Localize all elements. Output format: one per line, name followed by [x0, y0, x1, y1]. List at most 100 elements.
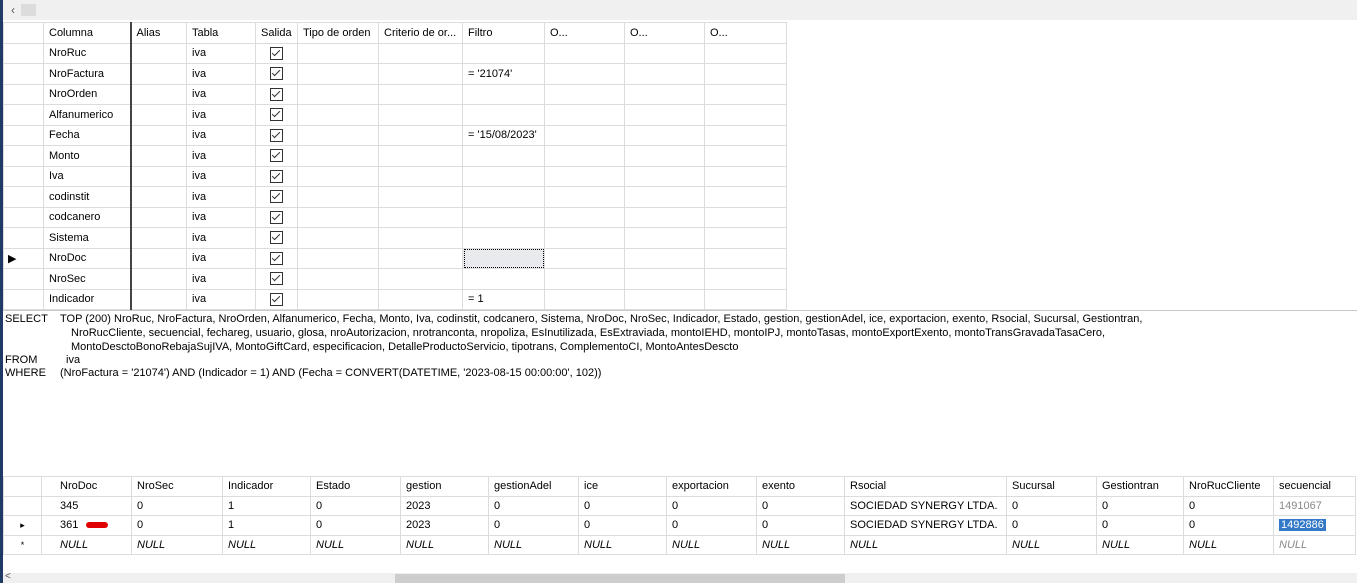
criterio-orden-cell[interactable] — [378, 247, 463, 269]
output-checkbox[interactable] — [270, 272, 283, 286]
row-selector[interactable] — [3, 186, 44, 208]
columna-cell[interactable]: codinstit — [43, 186, 132, 208]
criteria-row[interactable]: codcanero iva — [3, 206, 787, 228]
results-col-header[interactable]: Gestiontran — [1096, 476, 1184, 497]
columna-cell[interactable]: Iva — [43, 165, 132, 187]
o-cell-3[interactable] — [704, 83, 787, 105]
o-cell-1[interactable] — [544, 165, 625, 187]
output-checkbox[interactable] — [270, 87, 283, 101]
row-selector[interactable] — [3, 63, 44, 85]
o-cell-1[interactable] — [544, 124, 625, 146]
sql-pane[interactable]: SELECT TOP (200) NroRuc, NroFactura, Nro… — [3, 310, 1357, 477]
col-header-tipo-orden[interactable]: Tipo de orden — [297, 22, 379, 44]
results-col-header[interactable]: Sucursal — [1006, 476, 1097, 497]
criterio-orden-cell[interactable] — [378, 104, 463, 126]
o-cell-1[interactable] — [544, 145, 625, 167]
row-selector[interactable] — [3, 206, 44, 228]
columna-cell[interactable]: Sistema — [43, 227, 132, 249]
tipo-orden-cell[interactable] — [297, 288, 379, 310]
o-cell-1[interactable] — [544, 104, 625, 126]
alias-cell[interactable] — [130, 227, 187, 249]
o-cell-2[interactable] — [624, 227, 705, 249]
tipo-orden-cell[interactable] — [297, 145, 379, 167]
tabla-cell[interactable]: iva — [186, 206, 256, 228]
alias-cell[interactable] — [130, 288, 187, 310]
results-cell[interactable]: NULL — [1183, 534, 1274, 555]
col-header-criterio-orden[interactable]: Criterio de or... — [378, 22, 463, 44]
o-cell-2[interactable] — [624, 63, 705, 85]
salida-checkbox-cell[interactable] — [255, 247, 298, 269]
o-cell-3[interactable] — [704, 145, 787, 167]
tipo-orden-cell[interactable] — [297, 247, 379, 269]
criterio-orden-cell[interactable] — [378, 288, 463, 310]
o-cell-1[interactable] — [544, 63, 625, 85]
salida-checkbox-cell[interactable] — [255, 206, 298, 228]
alias-cell[interactable] — [130, 206, 187, 228]
criterio-orden-cell[interactable] — [378, 227, 463, 249]
filtro-cell[interactable]: = '15/08/2023' — [462, 124, 545, 146]
row-selector[interactable]: ▶ — [3, 247, 44, 269]
filtro-cell[interactable] — [462, 227, 545, 249]
results-cell[interactable]: 0 — [666, 515, 757, 536]
criteria-row[interactable]: Fecha iva = '15/08/2023' — [3, 124, 787, 146]
results-cell[interactable]: 0 — [1006, 515, 1097, 536]
o-cell-1[interactable] — [544, 42, 625, 64]
col-header-filtro[interactable]: Filtro — [462, 22, 545, 44]
results-col-header[interactable]: gestionAdel — [488, 476, 579, 497]
results-cell[interactable]: 0 — [1006, 495, 1097, 516]
salida-checkbox-cell[interactable] — [255, 288, 298, 310]
results-col-header[interactable]: secuencial — [1273, 476, 1356, 497]
criterio-orden-cell[interactable] — [378, 124, 463, 146]
salida-checkbox-cell[interactable] — [255, 145, 298, 167]
results-cell[interactable]: 361 — [41, 515, 132, 536]
results-cell[interactable]: 0 — [666, 495, 757, 516]
o-cell-3[interactable] — [704, 42, 787, 64]
output-checkbox[interactable] — [270, 231, 283, 245]
results-cell[interactable]: NULL — [488, 534, 579, 555]
columna-cell[interactable]: NroDoc — [43, 247, 132, 269]
alias-cell[interactable] — [130, 63, 187, 85]
filtro-cell[interactable] — [462, 247, 545, 269]
o-cell-2[interactable] — [624, 83, 705, 105]
results-cell[interactable]: 0 — [488, 495, 579, 516]
output-checkbox[interactable] — [270, 251, 283, 265]
alias-cell[interactable] — [130, 124, 187, 146]
criteria-row[interactable]: Indicador iva = 1 — [3, 288, 787, 310]
criterio-orden-cell[interactable] — [378, 165, 463, 187]
o-cell-3[interactable] — [704, 268, 787, 290]
tipo-orden-cell[interactable] — [297, 83, 379, 105]
tabla-cell[interactable]: iva — [186, 63, 256, 85]
results-cell[interactable]: NULL — [310, 534, 401, 555]
tipo-orden-cell[interactable] — [297, 63, 379, 85]
filtro-cell[interactable] — [462, 42, 545, 64]
results-row[interactable]: ▸ 361 0 1 0 2023 0 0 0 0 SOCIEDAD SYNERGY LTDA. 0 0 0… — [3, 515, 1356, 536]
alias-cell[interactable] — [130, 247, 187, 269]
col-header-o1[interactable]: O... — [544, 22, 625, 44]
salida-checkbox-cell[interactable] — [255, 83, 298, 105]
criteria-row[interactable]: Sistema iva — [3, 227, 787, 249]
tipo-orden-cell[interactable] — [297, 227, 379, 249]
criterio-orden-cell[interactable] — [378, 145, 463, 167]
tabla-cell[interactable]: iva — [186, 83, 256, 105]
results-cell[interactable]: 0 — [1183, 515, 1274, 536]
results-cell[interactable]: NULL — [666, 534, 757, 555]
o-cell-3[interactable] — [704, 247, 787, 269]
results-cell[interactable]: 0 — [131, 495, 223, 516]
salida-checkbox-cell[interactable] — [255, 186, 298, 208]
criterio-orden-cell[interactable] — [378, 268, 463, 290]
results-cell[interactable]: 0 — [756, 495, 845, 516]
results-cell[interactable]: SOCIEDAD SYNERGY LTDA. — [844, 495, 1007, 516]
columna-cell[interactable]: NroRuc — [43, 42, 132, 64]
results-cell[interactable]: 1 — [222, 515, 311, 536]
tipo-orden-cell[interactable] — [297, 104, 379, 126]
results-cell[interactable]: NULL — [1096, 534, 1184, 555]
o-cell-2[interactable] — [624, 104, 705, 126]
alias-cell[interactable] — [130, 42, 187, 64]
alias-cell[interactable] — [130, 83, 187, 105]
salida-checkbox-cell[interactable] — [255, 268, 298, 290]
results-col-header[interactable]: gestion — [400, 476, 489, 497]
filtro-cell[interactable] — [462, 186, 545, 208]
columna-cell[interactable]: Fecha — [43, 124, 132, 146]
tabla-cell[interactable]: iva — [186, 165, 256, 187]
o-cell-3[interactable] — [704, 288, 787, 310]
